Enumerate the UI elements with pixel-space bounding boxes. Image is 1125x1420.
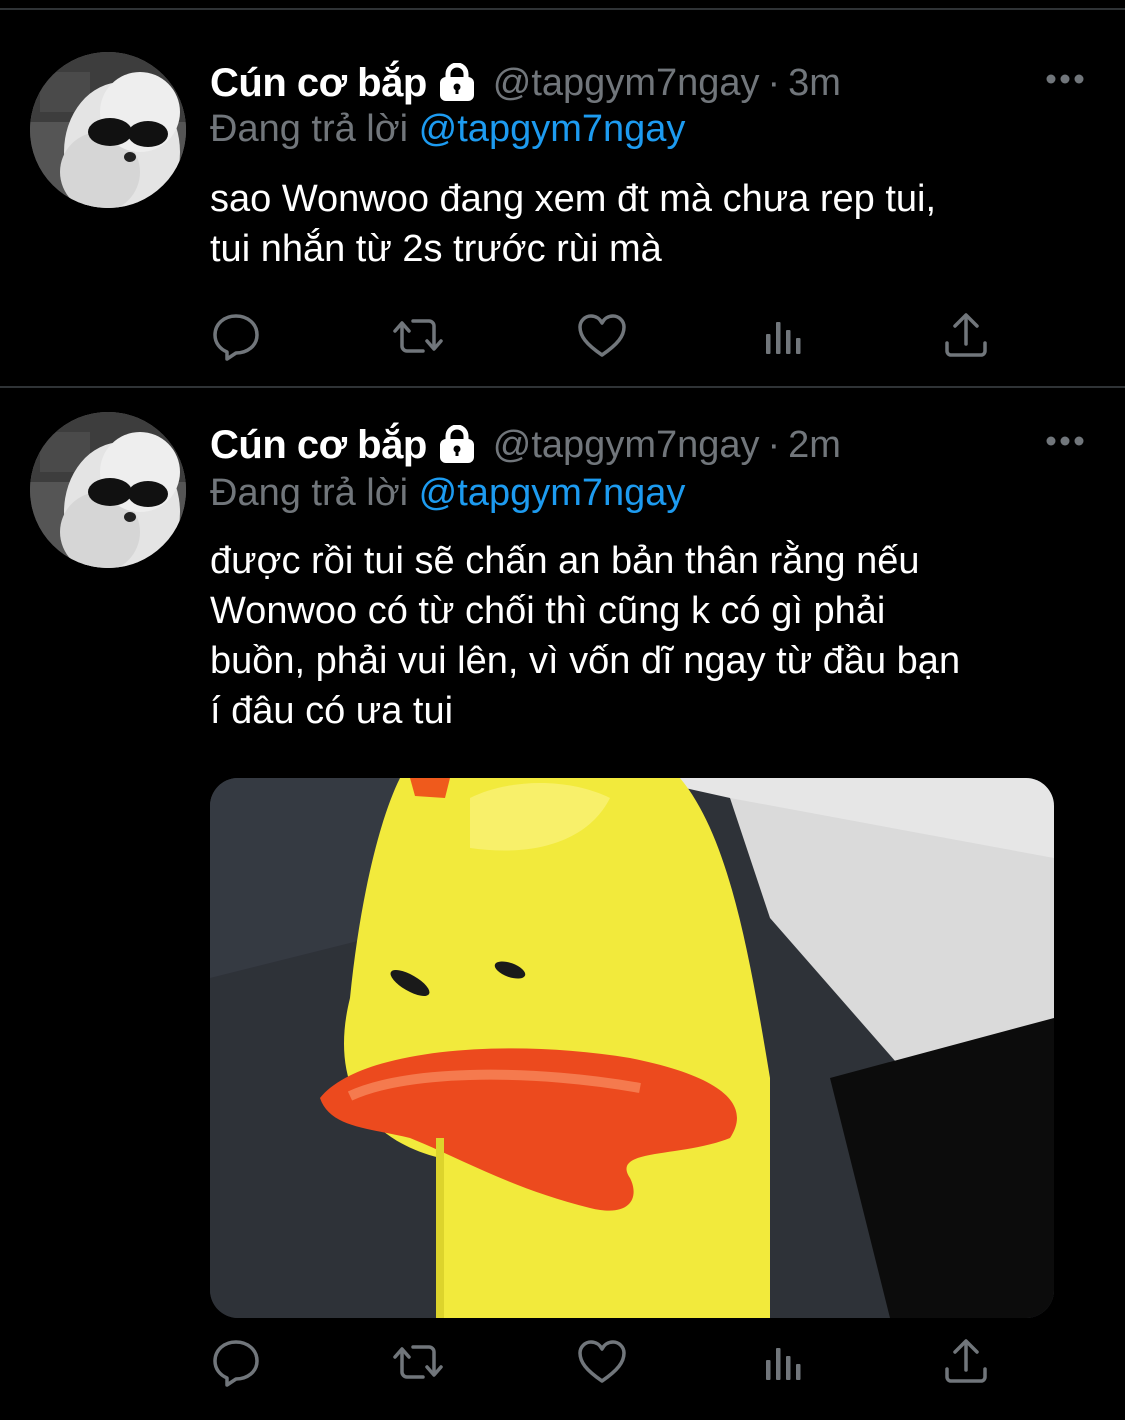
user-handle[interactable]: @tapgym7ngay bbox=[493, 424, 760, 467]
avatar[interactable] bbox=[30, 412, 186, 568]
text-line: sao Wonwoo đang xem đt mà chưa rep tui, bbox=[210, 178, 937, 220]
text-line: buồn, phải vui lên, vì vốn dĩ ngay từ đầ… bbox=[210, 640, 961, 682]
text-line: Wonwoo có từ chối thì cũng k có gì phải bbox=[210, 590, 886, 632]
like-icon[interactable] bbox=[576, 310, 632, 366]
replying-to: Đang trả lời @tapgym7ngay bbox=[210, 108, 685, 151]
reply-prefix: Đang trả lời bbox=[210, 472, 409, 514]
top-divider bbox=[0, 0, 1125, 10]
reply-icon[interactable] bbox=[210, 310, 266, 366]
views-icon[interactable] bbox=[758, 1336, 814, 1392]
tweet-text: sao Wonwoo đang xem đt mà chưa rep tui, … bbox=[210, 174, 1090, 274]
display-name[interactable]: Cún cơ bắp bbox=[210, 423, 427, 468]
views-icon[interactable] bbox=[758, 310, 814, 366]
separator-dot: · bbox=[767, 423, 781, 466]
more-icon[interactable] bbox=[1045, 72, 1085, 86]
avatar[interactable] bbox=[30, 52, 186, 208]
share-icon[interactable] bbox=[940, 1336, 996, 1392]
more-icon[interactable] bbox=[1045, 434, 1085, 448]
tweet[interactable]: Cún cơ bắp @tapgym7ngay · 3m Đang trả lờ… bbox=[0, 10, 1125, 388]
text-line: được rồi tui sẽ chấn an bản thân rằng nế… bbox=[210, 540, 920, 582]
reply-to-handle[interactable]: @tapgym7ngay bbox=[419, 108, 686, 150]
tweet-header: Cún cơ bắp @tapgym7ngay · 3m bbox=[210, 56, 841, 110]
user-handle[interactable]: @tapgym7ngay bbox=[493, 62, 760, 105]
like-icon[interactable] bbox=[576, 1336, 632, 1392]
tweet-media-image[interactable] bbox=[210, 778, 1054, 1318]
action-bar bbox=[210, 1336, 1000, 1392]
reply-prefix: Đang trả lời bbox=[210, 108, 409, 150]
timestamp[interactable]: 2m bbox=[788, 424, 841, 467]
retweet-icon[interactable] bbox=[392, 310, 448, 366]
lock-icon bbox=[437, 62, 477, 103]
text-line: tui nhắn từ 2s trước rùi mà bbox=[210, 228, 662, 270]
timestamp[interactable]: 3m bbox=[788, 62, 841, 105]
share-icon[interactable] bbox=[940, 310, 996, 366]
tweet-header: Cún cơ bắp @tapgym7ngay · 2m bbox=[210, 418, 841, 472]
reply-to-handle[interactable]: @tapgym7ngay bbox=[419, 472, 686, 514]
text-line: í đâu có ưa tui bbox=[210, 690, 454, 732]
separator-dot: · bbox=[767, 61, 781, 104]
display-name[interactable]: Cún cơ bắp bbox=[210, 61, 427, 106]
lock-icon bbox=[437, 424, 477, 465]
retweet-icon[interactable] bbox=[392, 1336, 448, 1392]
replying-to: Đang trả lời @tapgym7ngay bbox=[210, 472, 685, 515]
tweet-text: được rồi tui sẽ chấn an bản thân rằng nế… bbox=[210, 536, 1090, 736]
reply-icon[interactable] bbox=[210, 1336, 266, 1392]
tweet[interactable]: Cún cơ bắp @tapgym7ngay · 2m Đang trả lờ… bbox=[0, 388, 1125, 1420]
action-bar bbox=[210, 310, 1000, 366]
